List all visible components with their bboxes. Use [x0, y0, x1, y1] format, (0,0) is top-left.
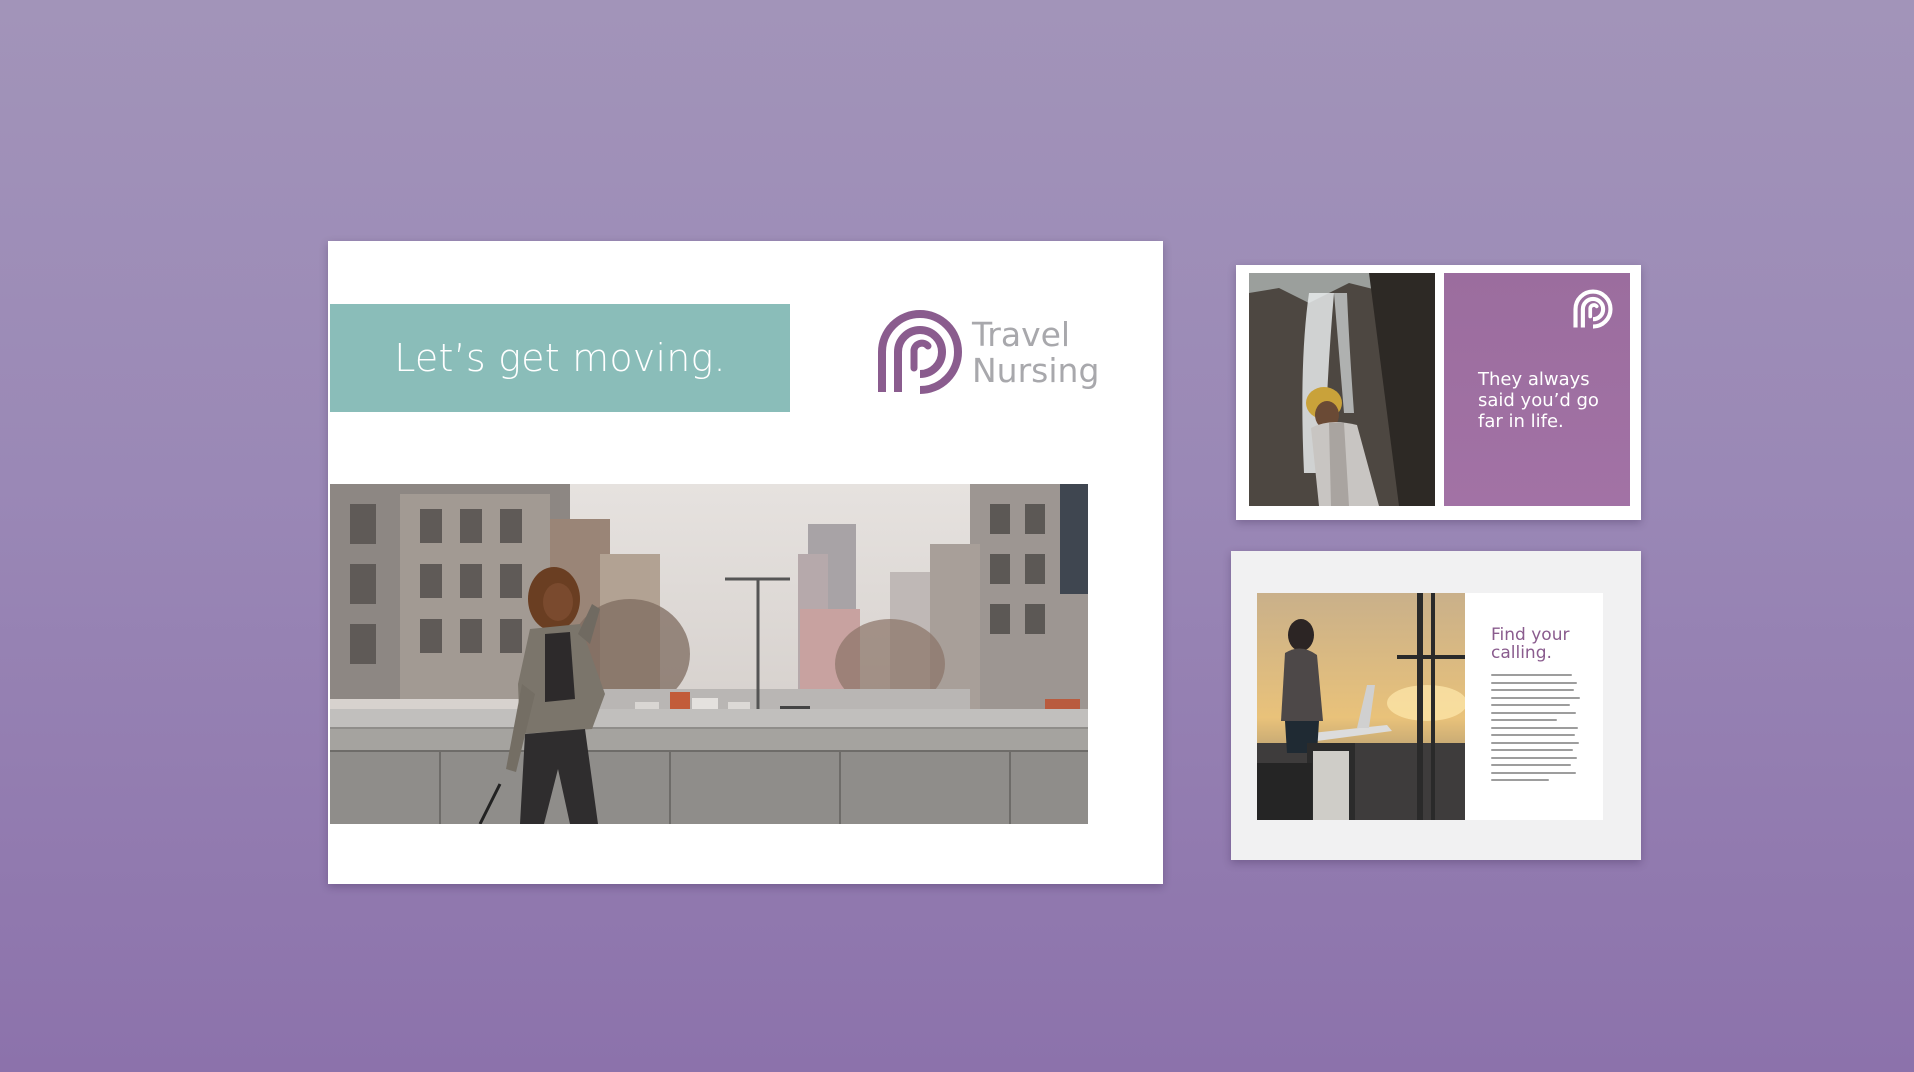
tagline-line-2: said you’d go [1478, 390, 1599, 411]
brand-line-2: Nursing [972, 351, 1100, 390]
body-line [1491, 771, 1576, 774]
street-photo [330, 484, 1088, 824]
airport-photo [1257, 593, 1465, 820]
body-line [1491, 726, 1579, 729]
brand-line-1: Travel [972, 315, 1071, 354]
body-line [1491, 741, 1580, 744]
tagline-line-3: far in life. [1478, 411, 1564, 432]
main-postcard: Let’s get moving. Travel Nursing [328, 241, 1163, 884]
brand-name: Travel Nursing [972, 317, 1099, 389]
waterfall-postcard: They always said you’d go far in life. [1236, 265, 1641, 520]
headline-text: Let’s get moving. [394, 336, 726, 380]
tagline-line-1: They always [1478, 369, 1590, 390]
tagline-panel: They always said you’d go far in life. [1444, 273, 1630, 506]
airport-postcard: Find your calling. [1231, 551, 1641, 860]
panel-body-text [1491, 674, 1585, 787]
waterfall-photo [1249, 273, 1435, 506]
text-panel: Find your calling. [1465, 593, 1603, 820]
body-line [1491, 696, 1581, 699]
body-line [1491, 756, 1577, 759]
page-background: { "main_card": { "headline": "Let’s get … [0, 0, 1914, 1072]
headline-banner: Let’s get moving. [330, 304, 790, 412]
body-line [1491, 734, 1575, 736]
body-line [1491, 749, 1573, 751]
body-line [1491, 764, 1571, 766]
body-line [1491, 719, 1557, 721]
body-line [1491, 779, 1550, 781]
body-line [1491, 704, 1570, 706]
panel-heading: Find your calling. [1491, 626, 1601, 662]
body-line [1491, 674, 1572, 676]
body-line [1491, 689, 1574, 691]
body-line [1491, 711, 1576, 714]
panel-heading-line-2: calling. [1491, 643, 1552, 663]
panel-heading-line-1: Find your [1491, 625, 1570, 645]
travel-nursing-logo-icon [870, 304, 970, 404]
body-line [1491, 681, 1578, 684]
travel-nursing-logo-icon [1570, 287, 1616, 333]
tagline-text: They always said you’d go far in life. [1478, 369, 1618, 432]
